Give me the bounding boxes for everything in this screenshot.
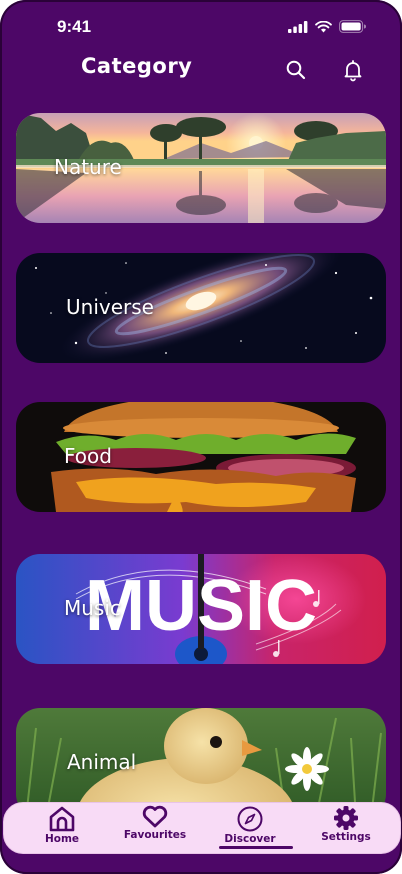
nav-item-home[interactable]: Home — [40, 805, 84, 845]
home-icon — [49, 806, 75, 832]
nav-label-discover: Discover — [224, 833, 276, 845]
category-card-universe[interactable]: Universe — [16, 253, 386, 363]
category-card-nature[interactable]: Nature — [16, 113, 386, 223]
nav-label-settings: Settings — [321, 831, 371, 843]
nav-label-favourites: Favourites — [123, 829, 187, 841]
status-icons — [288, 20, 366, 33]
bottom-nav: Home Favourites Discover Settings — [3, 802, 401, 854]
category-card-music[interactable]: MUSIC Music — [16, 554, 386, 664]
signal-icon — [288, 20, 308, 33]
page-title: Category — [81, 54, 193, 78]
nav-label-home: Home — [44, 833, 80, 845]
nav-item-favourites[interactable]: Favourites — [122, 805, 188, 841]
wifi-icon — [315, 20, 332, 32]
category-label-animal: Animal — [67, 750, 137, 774]
compass-icon — [237, 806, 263, 832]
battery-icon — [339, 20, 366, 33]
status-bar: 9:41 — [0, 0, 402, 54]
status-time: 9:41 — [57, 17, 92, 36]
search-button[interactable] — [284, 58, 308, 82]
gear-icon — [334, 806, 358, 830]
bell-icon — [344, 60, 362, 82]
category-label-food: Food — [64, 444, 112, 468]
category-card-food[interactable]: Food — [16, 402, 386, 512]
nav-item-settings[interactable]: Settings — [320, 805, 372, 843]
search-icon — [286, 60, 306, 80]
category-label-universe: Universe — [66, 295, 154, 319]
heart-icon — [142, 805, 168, 828]
app-screen: 9:41 Category Nature Universe Food MUSIC… — [0, 0, 402, 874]
category-label-music: Music — [64, 596, 121, 620]
category-label-nature: Nature — [54, 155, 122, 179]
nav-item-discover[interactable]: Discover — [222, 805, 278, 845]
active-tab-indicator — [219, 846, 293, 849]
notifications-button[interactable] — [341, 58, 365, 82]
